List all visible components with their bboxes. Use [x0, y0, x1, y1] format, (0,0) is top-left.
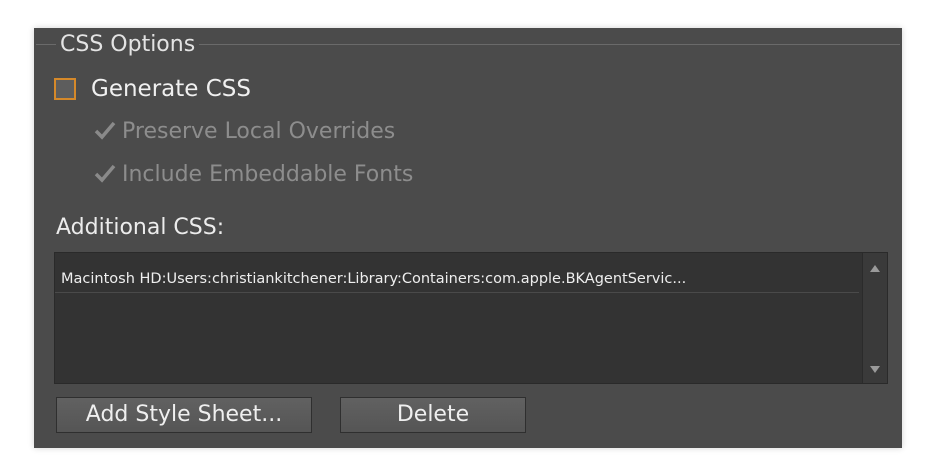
preserve-local-overrides-label: Preserve Local Overrides	[122, 119, 396, 144]
delete-button[interactable]: Delete	[340, 397, 526, 433]
checkmark-icon	[94, 164, 116, 183]
list-scrollbar[interactable]	[862, 253, 887, 383]
checkmark-icon	[94, 121, 116, 140]
add-style-sheet-button[interactable]: Add Style Sheet...	[56, 397, 312, 433]
additional-css-list[interactable]: Macintosh HD:Users:christiankitchener:Li…	[54, 252, 888, 384]
additional-css-label: Additional CSS:	[56, 215, 225, 240]
generate-css-checkbox[interactable]	[54, 78, 76, 100]
generate-css-label[interactable]: Generate CSS	[91, 73, 251, 105]
include-embeddable-fonts-label: Include Embeddable Fonts	[122, 162, 414, 187]
scroll-down-arrow-icon[interactable]	[870, 366, 880, 373]
scroll-up-arrow-icon[interactable]	[870, 265, 880, 272]
group-title: CSS Options	[56, 30, 200, 60]
list-item[interactable]: Macintosh HD:Users:christiankitchener:Li…	[55, 265, 859, 293]
